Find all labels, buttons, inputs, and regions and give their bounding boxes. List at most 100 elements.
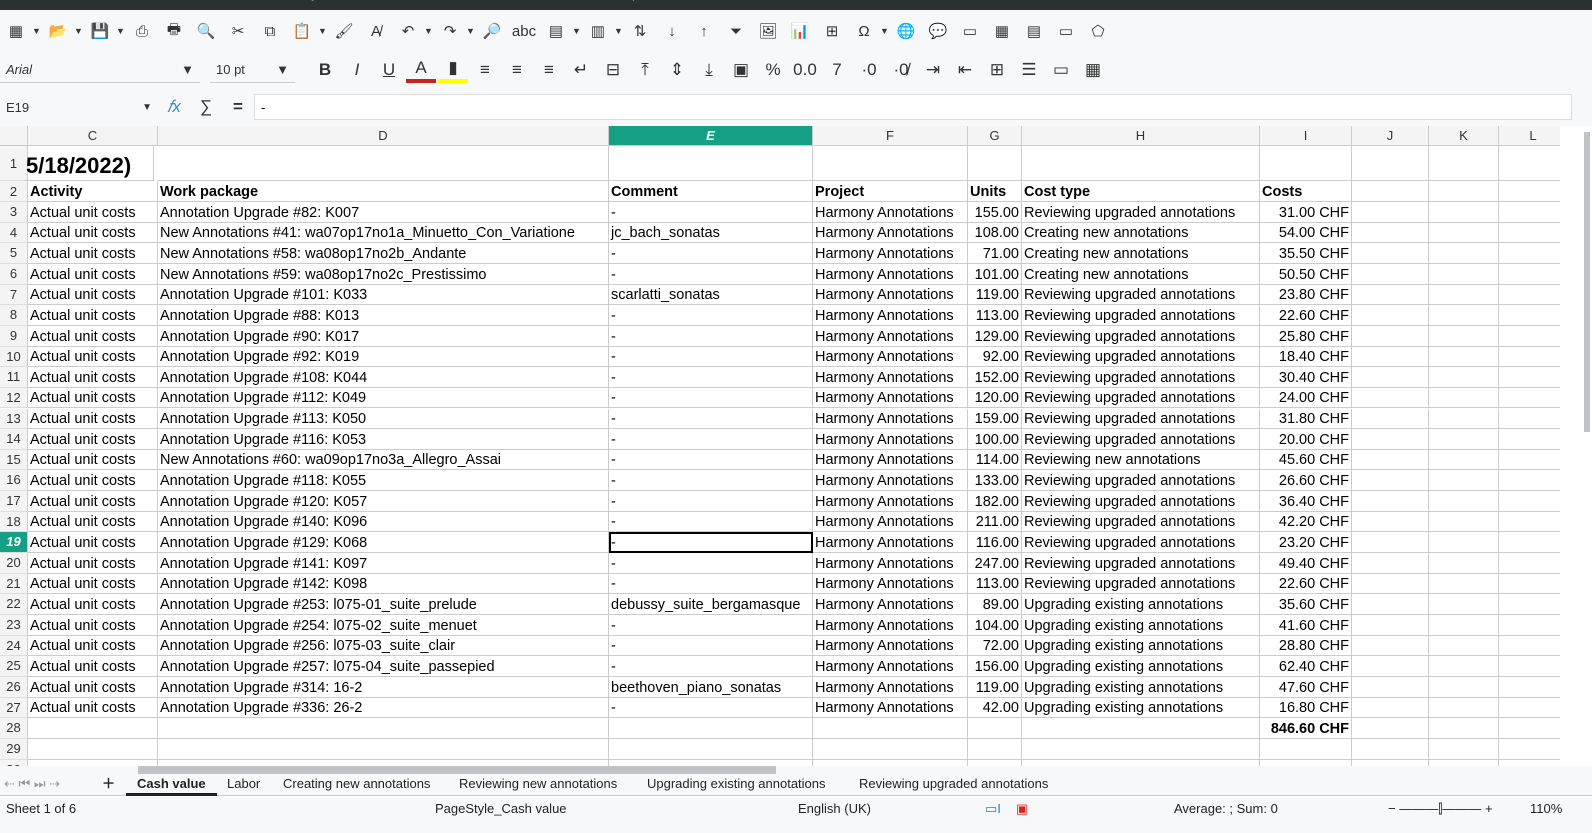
cell[interactable]: 20.00 CHF [1260,429,1352,450]
add-decimal-icon[interactable]: ·0 [854,57,884,83]
cell[interactable] [158,738,609,760]
cell[interactable]: Reviewing upgraded annotations [1022,346,1260,368]
cell[interactable] [1499,146,1560,181]
cell[interactable]: Annotation Upgrade #254: l075-02_suite_m… [158,615,609,636]
chevron-down-icon[interactable]: ▼ [614,26,624,36]
cell[interactable]: Actual unit costs [28,387,158,409]
spellcheck-icon[interactable]: abc [509,18,539,44]
sort-desc-icon[interactable]: ↑ [689,18,719,44]
header-cell[interactable]: Work package [158,181,609,202]
spreadsheet-grid[interactable]: C D E F G H I J K L 1 5/18/2022) 2 Activity Work packa… [0,126,1560,766]
row-header-19[interactable]: 19 [0,532,28,554]
zoom-slider[interactable]: − ———⫿——— + [1388,801,1493,817]
sort-asc-icon[interactable]: ↓ [657,18,687,44]
cell[interactable] [1352,615,1429,636]
cell[interactable]: 50.50 CHF [1260,263,1352,285]
horizontal-scrollbar[interactable] [138,766,776,774]
cell[interactable] [1429,470,1499,492]
cell[interactable] [1429,449,1499,471]
cell[interactable]: 22.60 CHF [1260,573,1352,595]
cell[interactable]: 30.40 CHF [1260,367,1352,388]
currency-icon[interactable]: ▣ [726,57,756,83]
paste-icon[interactable]: 📋 [287,18,317,44]
split-icon[interactable]: ▭ [1051,18,1081,44]
cell[interactable] [158,146,609,181]
cell[interactable] [1352,676,1429,698]
cell[interactable]: - [609,635,813,657]
cell[interactable] [1499,615,1560,636]
column-header-E[interactable]: E [609,126,813,146]
cell[interactable]: Upgrading existing annotations [1022,676,1260,698]
cell[interactable]: Actual unit costs [28,635,158,657]
cell[interactable]: Harmony Annotations [813,387,968,409]
header-cell[interactable]: Units [968,181,1022,202]
cell[interactable]: Actual unit costs [28,697,158,719]
cell[interactable] [1429,243,1499,264]
chart-icon[interactable]: 📊 [785,18,815,44]
cell[interactable]: Harmony Annotations [813,676,968,698]
cell[interactable] [1352,594,1429,615]
cell[interactable] [28,718,158,739]
cell[interactable]: Annotation Upgrade #257: l075-04_suite_p… [158,656,609,677]
cell[interactable] [1429,367,1499,388]
cell[interactable] [1429,635,1499,657]
corner[interactable] [0,126,28,146]
cell[interactable] [1352,553,1429,574]
cell[interactable] [1352,573,1429,595]
row-header-2[interactable]: 2 [0,181,28,202]
cell[interactable]: Creating new annotations [1022,263,1260,285]
cell[interactable]: 182.00 [968,491,1022,512]
cell[interactable]: - [609,553,813,574]
cell[interactable]: Actual unit costs [28,594,158,615]
cell[interactable]: 100.00 [968,429,1022,450]
cell[interactable]: 45.60 CHF [1260,449,1352,471]
cell[interactable] [1352,532,1429,554]
cell[interactable] [813,146,968,181]
cell[interactable]: 155.00 [968,202,1022,223]
cell[interactable]: Annotation Upgrade #256: l075-03_suite_c… [158,635,609,657]
cell[interactable]: Annotation Upgrade #113: K050 [158,408,609,430]
cell[interactable]: 35.50 CHF [1260,243,1352,264]
cell[interactable]: Harmony Annotations [813,532,968,554]
row-header-15[interactable]: 15 [0,449,28,471]
align-left-icon[interactable]: ≡ [470,57,500,83]
cell[interactable]: 26.60 CHF [1260,470,1352,492]
cell[interactable] [1429,718,1499,739]
row-header-18[interactable]: 18 [0,511,28,533]
cell[interactable]: 108.00 [968,222,1022,244]
cell[interactable] [1352,511,1429,533]
row-header-10[interactable]: 10 [0,346,28,368]
sum-icon[interactable]: ∑ [191,94,221,120]
cell[interactable]: 114.00 [968,449,1022,471]
italic-icon[interactable]: I [342,57,372,83]
column-header-J[interactable]: J [1352,126,1429,146]
cell[interactable] [1429,738,1499,760]
cell[interactable] [1499,656,1560,677]
cell[interactable]: Harmony Annotations [813,429,968,450]
cell[interactable]: Actual unit costs [28,615,158,636]
cell[interactable]: Actual unit costs [28,367,158,388]
cell[interactable]: - [609,243,813,264]
cell[interactable]: Annotation Upgrade #82: K007 [158,202,609,223]
row-header-17[interactable]: 17 [0,491,28,512]
cell[interactable] [1022,738,1260,760]
cell[interactable]: 101.00 [968,263,1022,285]
column-header-H[interactable]: H [1022,126,1260,146]
row-header-20[interactable]: 20 [0,553,28,574]
cell[interactable]: Harmony Annotations [813,325,968,347]
align-middle-icon[interactable]: ⇕ [662,57,692,83]
cell[interactable] [1499,367,1560,388]
cell[interactable] [1499,739,1560,760]
sheet-tab[interactable]: Reviewing upgraded annotations [848,774,1059,796]
cell[interactable]: 89.00 [968,594,1022,615]
column-header-I[interactable]: I [1260,126,1352,146]
cell[interactable] [609,146,813,181]
cell[interactable] [813,738,968,760]
cell[interactable] [1022,146,1260,181]
cell[interactable]: Harmony Annotations [813,470,968,492]
row-header-27[interactable]: 27 [0,697,28,719]
cell[interactable]: - [609,449,813,471]
cell[interactable] [1352,243,1429,264]
cell[interactable]: Reviewing upgraded annotations [1022,305,1260,326]
cell[interactable]: Reviewing upgraded annotations [1022,367,1260,388]
